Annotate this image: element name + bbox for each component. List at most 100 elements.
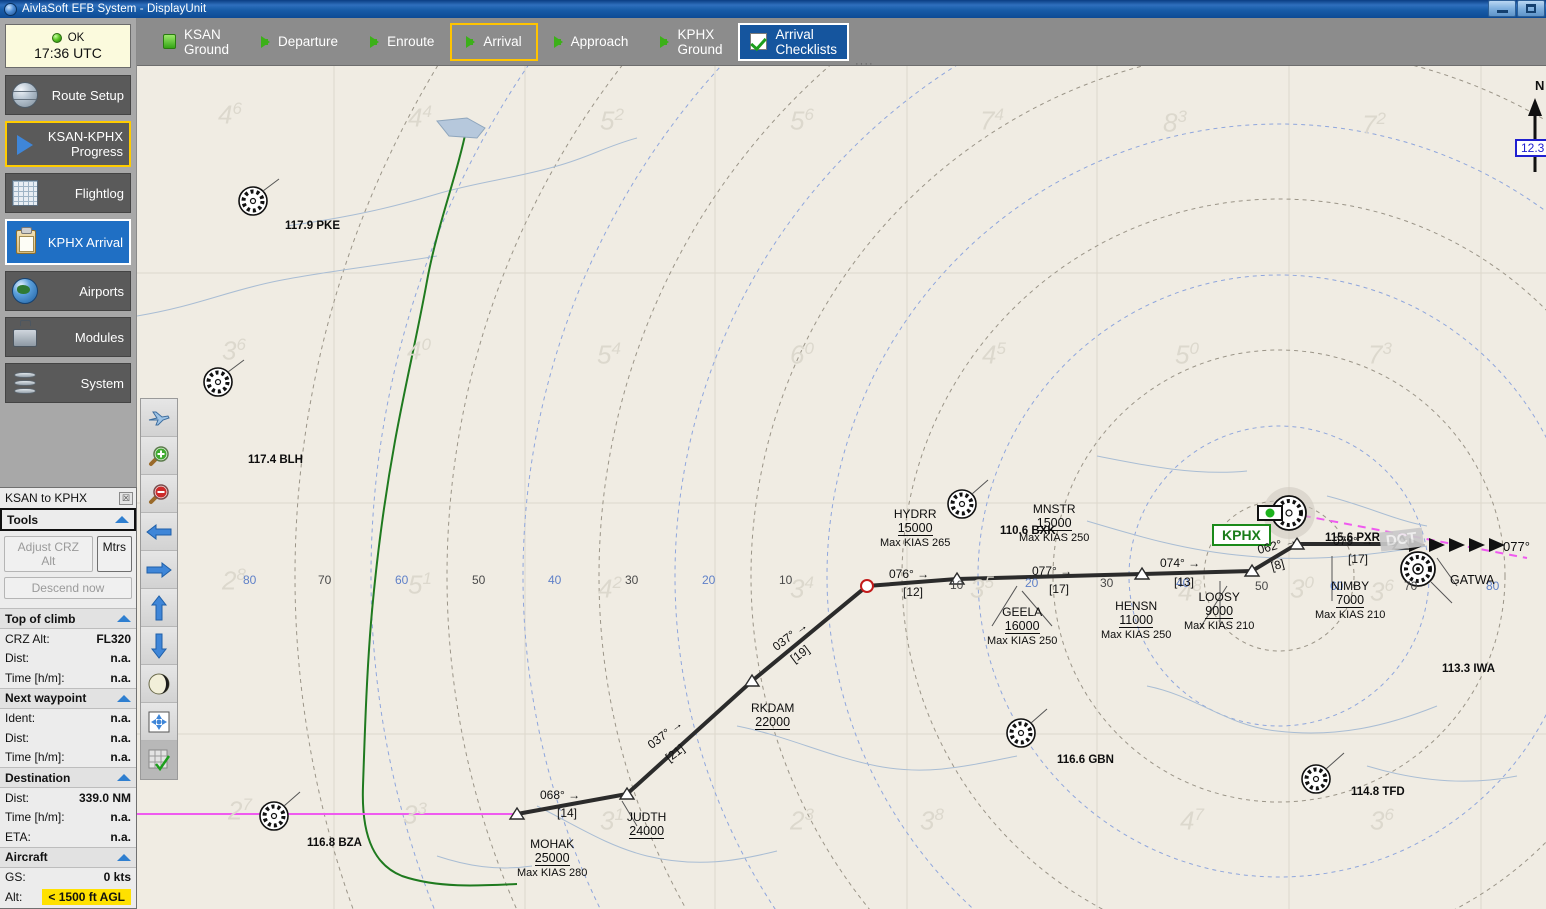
units-toggle-button[interactable]: Mtrs (96, 536, 132, 572)
leg-course-6: 074° → (1160, 556, 1201, 570)
adjust-crz-alt-button[interactable]: Adjust CRZ Alt (4, 536, 93, 572)
grid-num-sup: 4 (422, 102, 432, 121)
pan-right-button[interactable] (141, 551, 177, 589)
sidebar-item-progress[interactable]: KSAN-KPHX Progress (5, 121, 131, 167)
tab-arrival-checklists[interactable]: Arrival Checklists (738, 22, 849, 61)
leg-course-4: 076° → (889, 567, 930, 581)
status-utc-time: 17:36 UTC (34, 44, 102, 61)
fit-route-button[interactable] (141, 703, 177, 741)
waypoint-speed-limit: Max KIAS 265 (880, 537, 951, 549)
waypoint-speed-limit: Max KIAS 210 (1184, 620, 1255, 632)
section-label-destination: Destination (5, 770, 71, 785)
restore-icon (1526, 4, 1536, 13)
grid-num-main: 2 (222, 565, 237, 596)
tab-ksan-ground[interactable]: KSAN Ground (147, 23, 245, 61)
value-ground-speed: 0 kts (103, 870, 131, 885)
descend-now-button[interactable]: Descend now (4, 577, 132, 599)
grid-num-main: 3 (600, 805, 615, 836)
grid-number: 36 (222, 335, 246, 367)
grid-number: 42 (598, 573, 622, 605)
grid-number: 31 (600, 805, 624, 837)
tab-enroute[interactable]: Enroute (354, 23, 450, 61)
grid-num-sup: 3 (804, 805, 814, 824)
waypoint-block-hensn: HENSN 11000 Max KIAS 250 (1101, 599, 1171, 642)
label-next-ident: Ident: (5, 711, 36, 726)
sidebar-item-kphx-arrival[interactable]: KPHX Arrival (5, 219, 131, 265)
layers-icon (148, 749, 171, 772)
grid-num-sup: 5 (996, 339, 1006, 358)
grid-num-main: 5 (597, 339, 612, 370)
window-title-bar: AivlaSoft EFB System - DisplayUnit (0, 0, 1546, 18)
center-on-aircraft-button[interactable] (141, 399, 177, 437)
value-dest-dist: 339.0 NM (78, 790, 131, 805)
arrow-right-icon (146, 561, 172, 578)
waypoint-speed-limit: Max KIAS 210 (1315, 609, 1386, 621)
sidebar-item-modules[interactable]: Modules (5, 317, 131, 357)
checkmark-icon (750, 33, 768, 50)
section-header-top-of-climb[interactable]: Top of climb (0, 608, 136, 629)
pan-left-button[interactable] (141, 513, 177, 551)
row-dest-eta: ETA: n.a. (0, 827, 136, 847)
ring-label: 20 (702, 573, 716, 587)
grid-num-main: 4 (982, 339, 997, 370)
grid-num-main: 7 (1362, 109, 1377, 140)
row-next-ident: Ident: n.a. (0, 708, 136, 728)
database-icon (12, 370, 38, 396)
waypoint-altitude: 15000 (897, 521, 933, 536)
tab-approach[interactable]: Approach (538, 23, 645, 61)
map-scale-indicator: 12.3 (1515, 139, 1546, 157)
close-icon[interactable]: ☒ (119, 491, 133, 505)
waypoint-speed-limit: Max KIAS 280 (517, 867, 588, 879)
ring-label: 60 (395, 573, 409, 587)
section-header-destination[interactable]: Destination (0, 767, 136, 788)
tab-label-kphx-ground: KPHX Ground (677, 26, 723, 57)
day-night-toggle-button[interactable] (141, 665, 177, 703)
tab-kphx-ground[interactable]: KPHX Ground (644, 23, 738, 61)
navaid-label-gbn: 116.6 GBN (1057, 754, 1114, 766)
tab-arrival[interactable]: Arrival (450, 22, 538, 61)
tab-departure[interactable]: Departure (245, 23, 354, 61)
map-layers-button[interactable] (141, 741, 177, 779)
sidebar-item-route-setup[interactable]: Route Setup (5, 75, 131, 115)
sidebar-item-flightlog[interactable]: Flightlog (5, 173, 131, 213)
grid-num-main: 4 (598, 573, 613, 604)
chevron-up-icon (117, 615, 131, 622)
section-header-aircraft[interactable]: Aircraft (0, 846, 136, 868)
grid-number: 73 (1368, 339, 1392, 371)
grid-num-sup: 7 (1194, 805, 1204, 824)
zoom-in-button[interactable] (141, 437, 177, 475)
sidebar-item-airports[interactable]: Airports (5, 271, 131, 311)
ring-label: 80 (243, 573, 257, 587)
briefcase-icon (12, 324, 38, 350)
value-next-dist: n.a. (110, 730, 131, 745)
sidebar-item-system[interactable]: System (5, 363, 131, 403)
grid-num-sup: 1 (614, 805, 624, 824)
waypoint-block-mnstr: MNSTR 15000 Max KIAS 250 (1019, 502, 1089, 545)
navigation-map[interactable]: 46 44 52 56 74 83 72 36 40 54 60 45 50 7… (137, 66, 1546, 909)
zoom-out-button[interactable] (141, 475, 177, 513)
grid-num-main: 4 (408, 102, 423, 133)
grid-number: 51 (408, 569, 432, 601)
row-dest-time: Time [h/m]: n.a. (0, 807, 136, 827)
grid-num-sup: 0 (1304, 573, 1314, 592)
label-next-dist: Dist: (5, 730, 29, 745)
arrow-up-icon (150, 594, 168, 620)
waypoint-altitude: 24000 (629, 824, 665, 839)
row-dest-dist: Dist: 339.0 NM (0, 788, 136, 808)
restore-button[interactable] (1517, 0, 1545, 17)
grid-num-main: 7 (980, 105, 995, 136)
section-header-next-waypoint[interactable]: Next waypoint (0, 687, 136, 709)
zoom-in-icon (149, 445, 169, 466)
status-led-icon (51, 32, 62, 43)
green-arrow-icon (660, 35, 670, 48)
ring-label: 40 (548, 573, 562, 587)
grid-num-main: 5 (600, 105, 615, 136)
pan-up-button[interactable] (141, 589, 177, 627)
pan-down-button[interactable] (141, 627, 177, 665)
leg-course-1: 068° → (540, 788, 581, 802)
section-header-tools[interactable]: Tools (0, 508, 136, 531)
minimize-button[interactable] (1488, 0, 1516, 17)
label-altitude: Alt: (5, 889, 23, 904)
section-label-aircraft: Aircraft (5, 850, 48, 864)
label-crz-alt: CRZ Alt: (5, 631, 50, 646)
